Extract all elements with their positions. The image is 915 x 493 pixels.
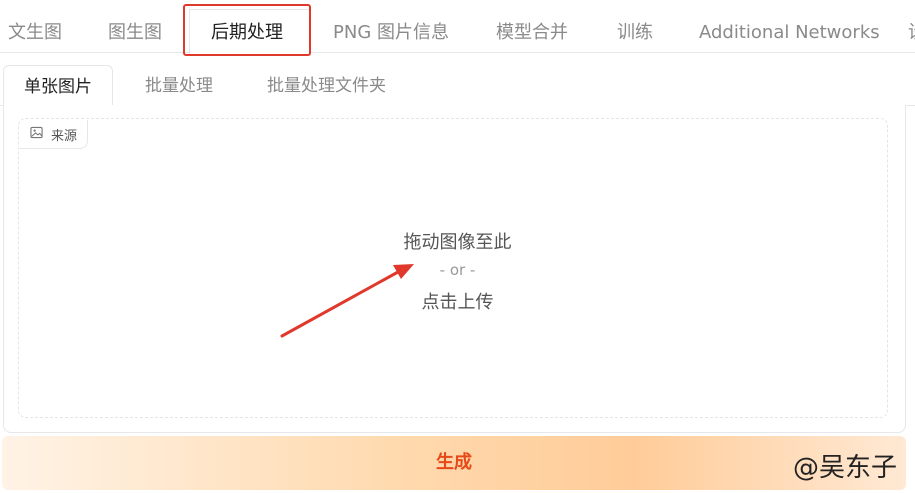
tab-highlight-annotation	[183, 4, 311, 56]
source-label-text: 来源	[51, 128, 78, 144]
drop-image-text: 拖动图像至此	[403, 232, 512, 253]
generate-button[interactable]: 生成	[2, 436, 906, 490]
tab-train[interactable]: 训练	[617, 0, 653, 52]
subtab-batch-process[interactable]: 批量处理	[145, 65, 213, 105]
tab-settings[interactable]: 设	[908, 0, 915, 52]
tab-model-merge[interactable]: 模型合并	[496, 0, 568, 52]
sub-tab-bar: 单张图片 批量处理 批量处理文件夹	[0, 65, 915, 107]
tab-txt2img[interactable]: 文生图	[8, 0, 62, 52]
click-upload-text[interactable]: 点击上传	[0, 288, 915, 314]
tab-png-info[interactable]: PNG 图片信息	[333, 0, 449, 52]
subtab-single-image[interactable]: 单张图片	[3, 65, 113, 107]
tab-additional-networks[interactable]: Additional Networks	[699, 0, 880, 52]
source-label: 来源	[20, 120, 89, 149]
image-icon	[30, 126, 43, 143]
top-tab-bar: 文生图 图生图 后期处理 PNG 图片信息 模型合并 训练 Additional…	[0, 0, 915, 56]
subtab-batch-folder[interactable]: 批量处理文件夹	[267, 65, 386, 105]
watermark-text: @吴东子	[792, 453, 897, 483]
or-separator: - or -	[439, 261, 476, 279]
tab-img2img[interactable]: 图生图	[108, 0, 162, 52]
